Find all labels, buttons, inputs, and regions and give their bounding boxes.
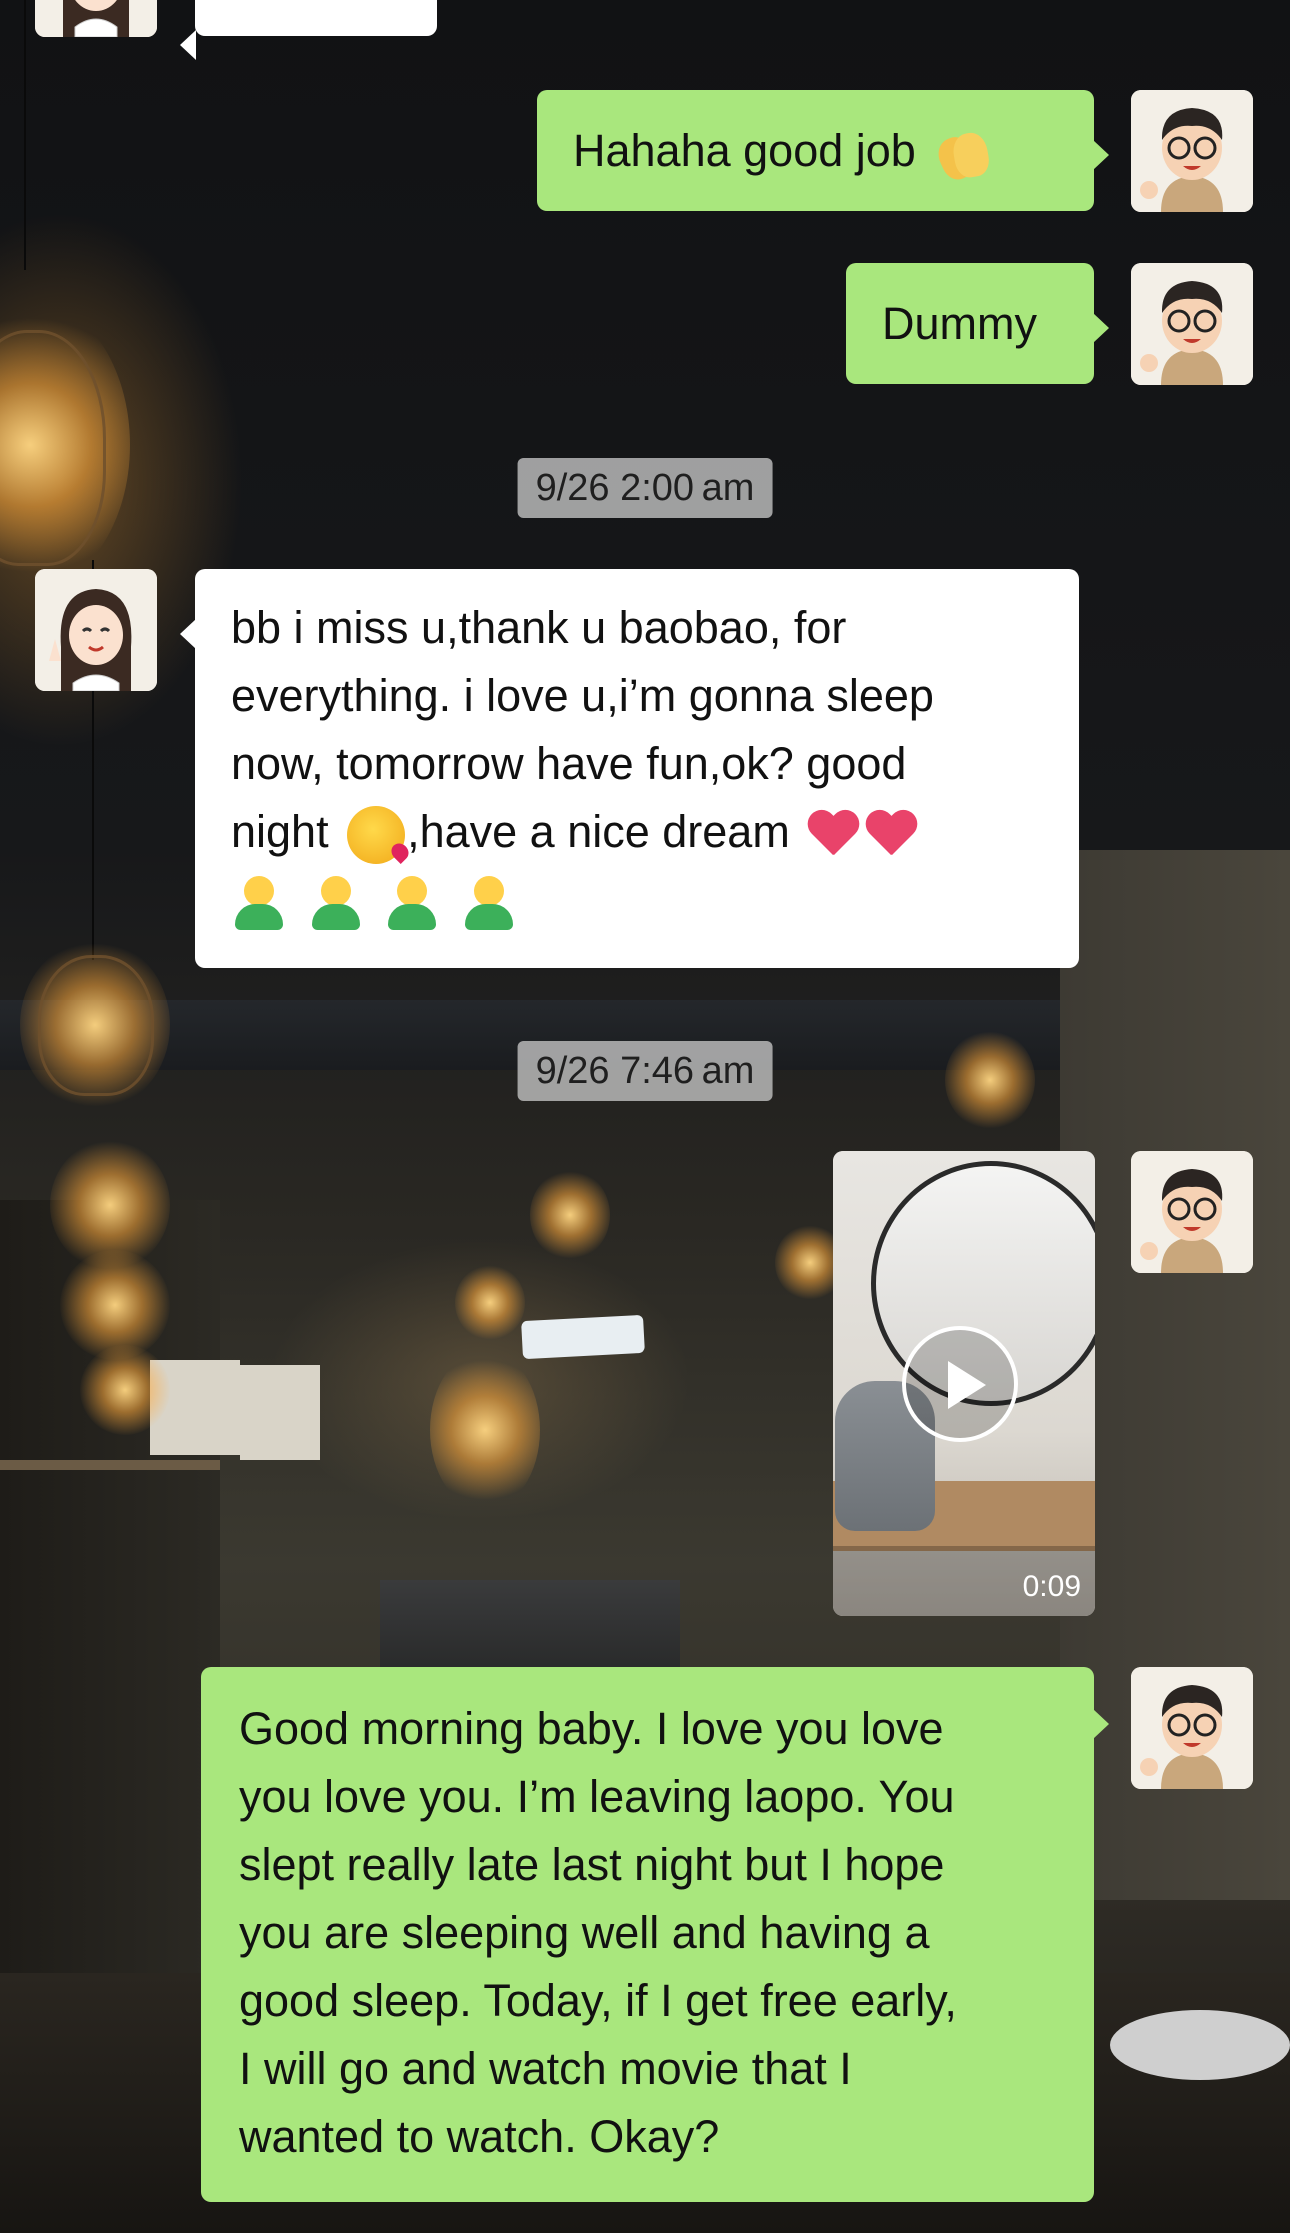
chat-thread[interactable]: Hahaha good job Dummy 9/26 2:00 am bb i … [0,0,1290,2233]
message-text: night [231,806,342,857]
message-bubble-sent[interactable]: Hahaha good job [537,90,1109,211]
avatar-me[interactable] [1131,1151,1253,1273]
message-bubble-received[interactable]: bb i miss u,thank u baobao, for everythi… [180,569,1079,968]
message-bubble-sent[interactable]: Good morning baby. I love you love you l… [201,1667,1109,2202]
avatar-me[interactable] [1131,1667,1253,1789]
message-line: everything. i love u,i’m gonna sleep [231,670,934,721]
message-line: now, tomorrow have fun,ok? good [231,738,907,789]
message-bubble-sent[interactable]: Dummy [846,263,1109,384]
message-line: wanted to watch. Okay? [239,2111,720,2162]
message-line: you are sleeping well and having a [239,1907,930,1958]
message-line: slept really late last night but I hope [239,1839,945,1890]
red-heart-icon [806,811,860,859]
person-green-shirt-icon [461,874,517,932]
kissing-face-icon [347,806,406,865]
red-heart-icon [864,811,918,859]
avatar-me[interactable] [1131,90,1253,212]
clapping-hands-icon [933,125,994,185]
avatar-her[interactable] [35,0,157,37]
person-green-shirt-icon [384,874,440,932]
video-duration: 0:09 [1022,1570,1081,1603]
timestamp: 9/26 7:46 am [517,1041,773,1101]
avatar-me[interactable] [1131,263,1253,385]
message-bubble-cropped[interactable] [180,0,437,60]
avatar-her[interactable] [35,569,157,691]
message-text: Dummy [882,298,1037,349]
emoji-row [231,866,1043,934]
message-line: good sleep. Today, if I get free early, [239,1975,957,2026]
person-green-shirt-icon [231,874,287,932]
message-text: ,have a nice dream [407,806,803,857]
message-line: I will go and watch movie that I [239,2043,852,2094]
message-line: you love you. I’m leaving laopo. You [239,1771,955,1822]
timestamp: 9/26 2:00 am [517,458,773,518]
message-line: bb i miss u,thank u baobao, for [231,602,847,653]
play-icon[interactable] [902,1326,1018,1442]
video-message[interactable]: 0:09 [833,1151,1095,1616]
person-green-shirt-icon [308,874,364,932]
message-text: Hahaha good job [573,125,916,176]
message-line-with-emoji: night ,have a nice dream [231,798,1043,866]
message-line: Good morning baby. I love you love [239,1703,944,1754]
